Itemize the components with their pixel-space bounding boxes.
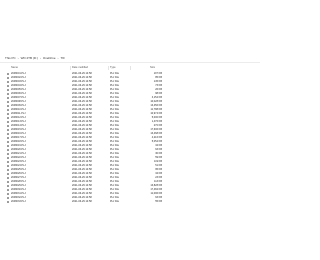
- file-date-modified: 2021-06-29 14:58: [72, 200, 92, 203]
- breadcrumb-onedrive[interactable]: OneDrive: [43, 57, 56, 60]
- file-type: PLJ File: [110, 200, 120, 203]
- breadcrumb[interactable]: This PC › WD 2TB (D:) › OneDrive › TIF: [0, 55, 260, 62]
- column-divider[interactable]: [70, 66, 71, 70]
- chevron-right-icon: ›: [39, 56, 41, 60]
- breadcrumb-current-folder[interactable]: TIF: [61, 57, 66, 60]
- column-divider[interactable]: [130, 66, 131, 70]
- breadcrumb-this-pc[interactable]: This PC: [5, 57, 16, 60]
- column-header-row: Name Date modified Type Size: [0, 65, 260, 71]
- column-header-size[interactable]: Size: [150, 65, 155, 71]
- column-divider[interactable]: [108, 66, 109, 70]
- column-header-name[interactable]: Name: [11, 65, 18, 71]
- file-row[interactable]: 2048033.PLJ 2021-06-29 14:58 PLJ File 55 KB: [0, 200, 260, 204]
- file-list: 2048001.PLJ 2021-06-29 14:58 PLJ File 197 K…: [0, 72, 260, 204]
- breadcrumb-divider: [0, 62, 260, 63]
- column-header-date-modified[interactable]: Date modified: [72, 65, 88, 71]
- breadcrumb-drive[interactable]: WD 2TB (D:): [21, 57, 38, 60]
- column-header-type[interactable]: Type: [110, 65, 116, 71]
- chevron-right-icon: ›: [17, 56, 19, 60]
- chevron-right-icon: ›: [57, 56, 59, 60]
- top-blank-area: [0, 0, 260, 55]
- file-name: 2048033.PLJ: [11, 200, 26, 203]
- file-icon: [7, 200, 10, 204]
- file-size: 55 KB: [155, 200, 162, 203]
